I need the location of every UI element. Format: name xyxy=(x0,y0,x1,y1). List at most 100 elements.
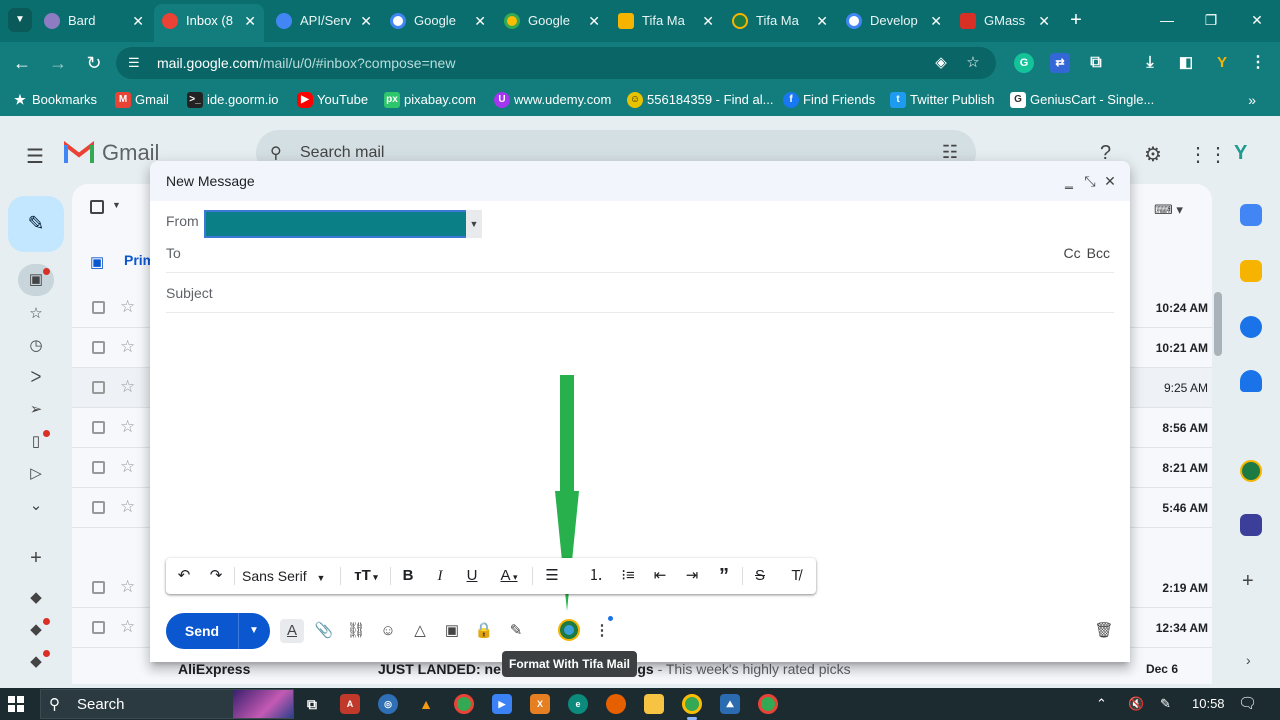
drive-icon[interactable]: △ xyxy=(408,619,432,643)
label-tag-icon[interactable]: ◆ xyxy=(26,618,50,640)
compose-header[interactable]: New Message ‗ ⤡ ✕ xyxy=(150,161,1130,201)
tab-tifa-mail-1[interactable]: Tifa Ma ✕ xyxy=(610,6,722,36)
indent-less-icon[interactable]: ⇤ xyxy=(648,564,672,588)
schedule-send-icon[interactable]: ▼ xyxy=(242,613,266,649)
firefox-app-icon[interactable] xyxy=(606,694,626,714)
strikethrough-icon[interactable]: S xyxy=(748,564,772,588)
vlc-app-icon[interactable]: ▲ xyxy=(416,694,436,714)
tab-gmail-inbox[interactable]: Inbox (8 ✕ xyxy=(154,4,264,42)
close-window-icon[interactable]: ✕ xyxy=(1242,8,1272,32)
notifications-icon[interactable]: 🗨 xyxy=(1238,688,1257,720)
tifa-mail-app-icon[interactable] xyxy=(1240,460,1262,482)
back-arrow-icon[interactable]: ← xyxy=(10,51,34,75)
reload-icon[interactable]: ↻ xyxy=(82,51,106,75)
bookmark-pixabay[interactable]: px pixabay.com xyxy=(384,90,476,110)
tab-developer[interactable]: Develop ✕ xyxy=(838,6,950,36)
contacts-app-icon[interactable] xyxy=(1240,370,1262,392)
inbox-icon[interactable]: ▣ xyxy=(26,268,50,290)
compose-button[interactable]: ✎ xyxy=(8,196,64,252)
numbered-list-icon[interactable]: ⒈ xyxy=(584,564,608,588)
mail-list-scrollbar[interactable] xyxy=(1214,292,1222,356)
discard-trash-icon[interactable]: 🗑 xyxy=(1092,619,1116,643)
settings-gear-icon[interactable]: ⚙ xyxy=(1144,142,1162,167)
send-button[interactable]: Send xyxy=(166,613,238,649)
close-icon[interactable]: ✕ xyxy=(1101,171,1119,191)
to-field[interactable]: To Cc Bcc xyxy=(166,233,1114,273)
media-app-icon[interactable]: ▶ xyxy=(492,694,512,714)
bookmark-star-icon[interactable]: ☆ xyxy=(964,54,982,72)
redo-icon[interactable]: ↷ xyxy=(204,564,228,588)
globe-app-icon[interactable]: ◎ xyxy=(378,694,398,714)
more-options-icon[interactable]: ⋮ xyxy=(590,619,614,643)
fullscreen-icon[interactable]: ⤡ xyxy=(1081,171,1099,191)
download-icon[interactable]: ⤓ xyxy=(1140,53,1160,73)
search-icon[interactable]: ⚲ xyxy=(270,143,282,163)
remove-formatting-icon[interactable]: T̸ xyxy=(784,564,808,588)
chrome-app-icon[interactable] xyxy=(454,694,474,714)
bulleted-list-icon[interactable]: ⁝≡ xyxy=(616,564,640,588)
show-side-panel-icon[interactable]: › xyxy=(1246,652,1251,668)
access-app-icon[interactable]: A xyxy=(340,694,360,714)
windows-start-icon[interactable] xyxy=(8,696,24,712)
address-bar[interactable]: ☰ mail.google.com/mail/u/0/#inbox?compos… xyxy=(116,47,996,79)
tasks-app-icon[interactable] xyxy=(1240,316,1262,338)
close-tab-icon[interactable]: ✕ xyxy=(244,4,256,38)
font-size-icon[interactable]: тT ▾ xyxy=(348,564,384,588)
close-tab-icon[interactable]: ✕ xyxy=(816,6,828,36)
insert-photo-icon[interactable]: ▣ xyxy=(440,619,464,643)
bookmark-youtube[interactable]: ▶ YouTube xyxy=(297,90,368,110)
snoozed-icon[interactable]: ◷ xyxy=(26,336,46,356)
main-menu-icon[interactable]: ☰ xyxy=(26,144,44,169)
edge-app-icon[interactable]: e xyxy=(568,694,588,714)
xampp-app-icon[interactable]: X xyxy=(530,694,550,714)
gmail-logo[interactable]: Gmail xyxy=(64,140,159,166)
side-panel-icon[interactable]: ◧ xyxy=(1176,53,1196,73)
file-explorer-icon[interactable] xyxy=(644,694,664,714)
restore-window-icon[interactable]: ❐ xyxy=(1196,8,1226,32)
align-icon[interactable]: ☰ xyxy=(540,564,564,588)
show-hidden-icons-icon[interactable]: ⌃ xyxy=(1096,688,1107,720)
bookmark-twitter-publish[interactable]: t Twitter Publish xyxy=(890,90,995,110)
tab-gmass[interactable]: GMass ✕ xyxy=(952,6,1058,36)
font-family-select[interactable]: Sans Serif ▼ xyxy=(242,564,325,588)
starred-icon[interactable]: ☆ xyxy=(26,304,46,324)
create-label-icon[interactable]: + xyxy=(26,548,46,568)
indent-more-icon[interactable]: ⇥ xyxy=(680,564,704,588)
subject-field[interactable]: Subject xyxy=(166,273,1114,313)
tab-google-1[interactable]: Google ✕ xyxy=(382,6,494,36)
quote-icon[interactable]: ” xyxy=(712,564,736,588)
lens-icon[interactable]: ◈ xyxy=(932,54,950,72)
important-icon[interactable]: ᐳ xyxy=(26,368,46,388)
extensions-puzzle-icon[interactable]: ⧉ xyxy=(1086,53,1106,73)
close-tab-icon[interactable]: ✕ xyxy=(1038,6,1050,36)
signature-pen-icon[interactable]: ✎ xyxy=(504,619,528,643)
tab-google-2[interactable]: Google ✕ xyxy=(496,6,608,36)
tifa-mail-format-button[interactable] xyxy=(558,619,580,641)
forward-arrow-icon[interactable]: → xyxy=(46,51,70,75)
keep-app-icon[interactable] xyxy=(1240,260,1262,282)
message-body[interactable] xyxy=(166,317,1114,553)
chrome-profile-app-icon[interactable] xyxy=(758,694,778,714)
close-tab-icon[interactable]: ✕ xyxy=(702,6,714,36)
close-tab-icon[interactable]: ✕ xyxy=(930,6,942,36)
taskbar-clock[interactable]: 10:58 xyxy=(1192,688,1225,720)
chrome-active-app-icon[interactable] xyxy=(682,694,702,714)
cc-link[interactable]: Cc xyxy=(1064,245,1081,261)
bookmark-find-all[interactable]: ☺ 556184359 - Find al... xyxy=(627,90,773,110)
close-tab-icon[interactable]: ✕ xyxy=(474,6,486,36)
sent-icon[interactable]: ➢ xyxy=(26,400,46,420)
formatting-options-icon[interactable]: A xyxy=(280,619,304,643)
taskbar-search[interactable]: ⚲ Search xyxy=(40,689,294,719)
tab-tifa-mail-2[interactable]: Tifa Ma ✕ xyxy=(724,6,836,36)
addon-app-icon[interactable] xyxy=(1240,514,1262,536)
bookmark-udemy[interactable]: Uwww.udemy.com xyxy=(494,90,611,110)
attach-file-icon[interactable]: 📎 xyxy=(312,619,336,643)
calendar-app-icon[interactable] xyxy=(1240,204,1262,226)
minimize-icon[interactable]: ‗ xyxy=(1060,171,1078,191)
new-tab-button[interactable]: + xyxy=(1066,8,1086,32)
mail-row-aliexpress[interactable]: AliExpress JUST LANDED: newings - This w… xyxy=(150,662,1212,688)
more-bookmarks-icon[interactable]: » xyxy=(1248,90,1256,110)
more-chevron-icon[interactable]: ⌄ xyxy=(26,496,46,516)
grammarly-extension-icon[interactable]: G xyxy=(1014,53,1034,73)
photos-app-icon[interactable]: ⛰ xyxy=(720,694,740,714)
